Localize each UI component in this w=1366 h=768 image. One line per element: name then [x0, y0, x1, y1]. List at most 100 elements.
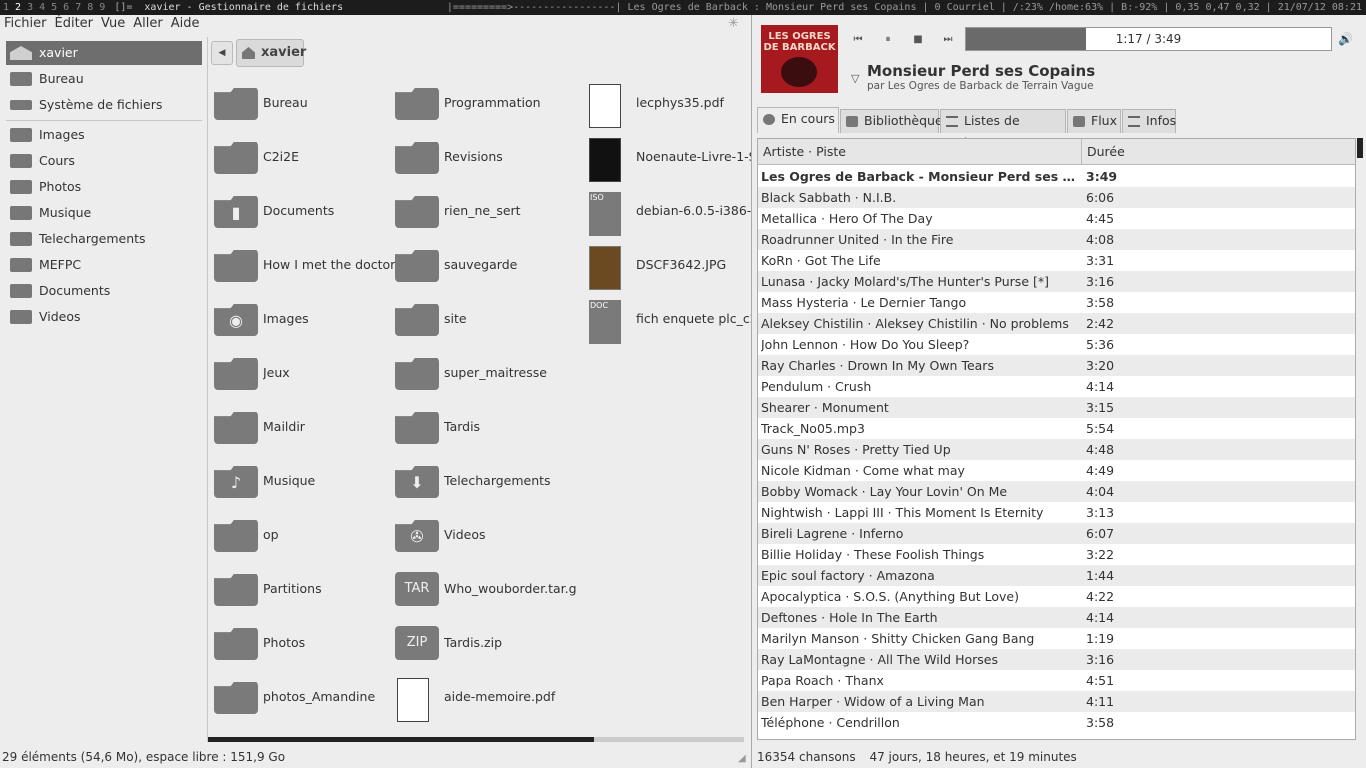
stop-button[interactable]: ■: [907, 33, 929, 47]
playlist-row[interactable]: Ray Charles · Drown In My Own Tears 3:20: [758, 355, 1355, 376]
workspace-8[interactable]: 8: [84, 0, 96, 15]
sidebar-item-bureau[interactable]: Bureau: [6, 67, 202, 91]
playlist-row[interactable]: Apocalyptica · S.O.S. (Anything But Love…: [758, 586, 1355, 607]
horizontal-scrollbar[interactable]: [208, 737, 744, 742]
file-item[interactable]: ◉ Images: [214, 299, 396, 343]
sidebar-item-documents[interactable]: Documents: [6, 279, 202, 303]
file-item[interactable]: ✇ Videos: [395, 515, 577, 559]
file-item[interactable]: How I met the doctor: [214, 245, 396, 289]
file-item[interactable]: DSCF3642.JPG: [587, 245, 769, 290]
playlist-row[interactable]: Ray LaMontagne · All The Wild Horses 3:16: [758, 649, 1355, 670]
playlist-row[interactable]: Deftones · Hole In The Earth 4:14: [758, 607, 1355, 628]
file-item[interactable]: sauvegarde: [395, 245, 577, 289]
file-item[interactable]: TAR Who_wouborder.tar.gz: [395, 569, 577, 613]
file-item[interactable]: rien_ne_sert: [395, 191, 577, 235]
playlist-row[interactable]: Epic soul factory · Amazona 1:44: [758, 565, 1355, 586]
playlist-row[interactable]: Téléphone · Cendrillon 3:58: [758, 712, 1355, 733]
file-item[interactable]: ISO debian-6.0.5-i386-b: [587, 191, 769, 236]
workspace-1[interactable]: 1: [0, 0, 12, 15]
file-item[interactable]: Photos: [214, 623, 396, 667]
sidebar-item-cours[interactable]: Cours: [6, 149, 202, 173]
playlist-row[interactable]: KoRn · Got The Life 3:31: [758, 250, 1355, 271]
file-item[interactable]: ♪ Musique: [214, 461, 396, 505]
previous-button[interactable]: ⏮: [847, 33, 869, 47]
menu-aide[interactable]: Aide: [167, 15, 204, 33]
layout-indicator[interactable]: []=: [114, 2, 132, 13]
sidebar-item-telechargements[interactable]: Telechargements: [6, 227, 202, 251]
tab-biblioth-que[interactable]: Bibliothèque: [840, 109, 943, 133]
back-button[interactable]: ◀: [211, 41, 233, 65]
volume-icon[interactable]: 🔊: [1338, 32, 1353, 46]
sidebar-item-photos[interactable]: Photos: [6, 175, 202, 199]
expand-triangle-icon[interactable]: ▽: [851, 72, 859, 85]
playlist-row[interactable]: Nicole Kidman · Come what may 4:49: [758, 460, 1355, 481]
playlist-row[interactable]: Marilyn Manson · Shitty Chicken Gang Ban…: [758, 628, 1355, 649]
column-duration[interactable]: Durée: [1087, 139, 1125, 165]
workspace-4[interactable]: 4: [36, 0, 48, 15]
workspace-9[interactable]: 9: [96, 0, 108, 15]
sidebar-item-xavier[interactable]: xavier: [6, 41, 202, 65]
playlist-row[interactable]: Les Ogres de Barback - Monsieur Perd ses…: [758, 166, 1355, 187]
file-item[interactable]: Maildir: [214, 407, 396, 451]
file-item[interactable]: site: [395, 299, 577, 343]
file-item[interactable]: op: [214, 515, 396, 559]
file-item[interactable]: C2i2E: [214, 137, 396, 181]
tab-listes-de-lecture[interactable]: Listes de lecture: [940, 109, 1066, 150]
sidebar-item-mefpc[interactable]: MEFPC: [6, 253, 202, 277]
file-item[interactable]: Noenaute-Livre-1-Si: [587, 137, 769, 182]
file-item[interactable]: ZIP Tardis.zip: [395, 623, 577, 667]
file-item[interactable]: Jeux: [214, 353, 396, 397]
menu-aller[interactable]: Aller: [129, 15, 166, 33]
next-button[interactable]: ⏭: [937, 33, 959, 47]
scrollbar-thumb[interactable]: [208, 737, 594, 742]
workspace-5[interactable]: 5: [48, 0, 60, 15]
playlist-row[interactable]: Roadrunner United · In the Fire 4:08: [758, 229, 1355, 250]
sidebar-item-images[interactable]: Images: [6, 123, 202, 147]
playlist-row[interactable]: Billie Holiday · These Foolish Things 3:2…: [758, 544, 1355, 565]
breadcrumb-home[interactable]: xavier: [236, 39, 306, 67]
workspace-7[interactable]: 7: [72, 0, 84, 15]
playlist-row[interactable]: Shearer · Monument 3:15: [758, 397, 1355, 418]
playlist-row[interactable]: Mass Hysteria · Le Dernier Tango 3:58: [758, 292, 1355, 313]
playlist-row[interactable]: Track_No05.mp3 5:54: [758, 418, 1355, 439]
resize-grip-icon[interactable]: ◢: [738, 753, 746, 764]
playlist-row[interactable]: Metallica · Hero Of The Day 4:45: [758, 208, 1355, 229]
playlist-row[interactable]: Lunasa · Jacky Molard's/The Hunter's Pur…: [758, 271, 1355, 292]
file-item[interactable]: ▮ Documents: [214, 191, 396, 235]
playlist-row[interactable]: John Lennon · How Do You Sleep? 5:36: [758, 334, 1355, 355]
playlist-row[interactable]: Black Sabbath · N.I.B. 6:06: [758, 187, 1355, 208]
tab-en-cours[interactable]: En cours: [757, 107, 839, 133]
file-item[interactable]: photos_Amandine: [214, 677, 396, 721]
playlist-row[interactable]: Bireli Lagrene · Inferno 6:07: [758, 523, 1355, 544]
menu-éditer[interactable]: Éditer: [51, 15, 98, 33]
pause-button[interactable]: ⏸: [877, 33, 899, 47]
menu-vue[interactable]: Vue: [97, 15, 129, 33]
tab-infos[interactable]: Infos: [1122, 109, 1176, 133]
workspace-2[interactable]: 2: [12, 0, 24, 15]
vertical-scrollbar-thumb[interactable]: [1357, 138, 1363, 158]
workspace-6[interactable]: 6: [60, 0, 72, 15]
file-item[interactable]: super_maitresse: [395, 353, 577, 397]
playlist-row[interactable]: Ben Harper · Widow of a Living Man 4:11: [758, 691, 1355, 712]
playlist-row[interactable]: Nightwish · Lappi III · This Moment Is E…: [758, 502, 1355, 523]
file-item[interactable]: Partitions: [214, 569, 396, 613]
file-item[interactable]: ⬇ Telechargements: [395, 461, 577, 505]
file-item[interactable]: lecphys35.pdf: [587, 83, 769, 128]
file-item[interactable]: Tardis: [395, 407, 577, 451]
seek-bar[interactable]: 1:17 / 3:49: [965, 27, 1332, 51]
playlist-row[interactable]: Papa Roach · Thanx 4:51: [758, 670, 1355, 691]
file-item[interactable]: DOC fich enquete plc_c2: [587, 299, 769, 344]
column-artist-track[interactable]: Artiste · Piste: [758, 139, 1082, 165]
sidebar-item-videos[interactable]: Videos: [6, 305, 202, 329]
file-item[interactable]: Revisions: [395, 137, 577, 181]
workspace-3[interactable]: 3: [24, 0, 36, 15]
file-item[interactable]: aide-memoire.pdf: [395, 677, 577, 722]
file-item[interactable]: Programmation: [395, 83, 577, 127]
playlist-row[interactable]: Pendulum · Crush 4:14: [758, 376, 1355, 397]
sidebar-item-musique[interactable]: Musique: [6, 201, 202, 225]
sidebar-item-syst-me-de-fichiers[interactable]: Système de fichiers: [6, 93, 202, 117]
tab-flux[interactable]: Flux: [1067, 109, 1121, 133]
playlist-row[interactable]: Guns N' Roses · Pretty Tied Up 4:48: [758, 439, 1355, 460]
file-item[interactable]: Bureau: [214, 83, 396, 127]
playlist-row[interactable]: Aleksey Chistilin · Aleksey Chistilin · …: [758, 313, 1355, 334]
